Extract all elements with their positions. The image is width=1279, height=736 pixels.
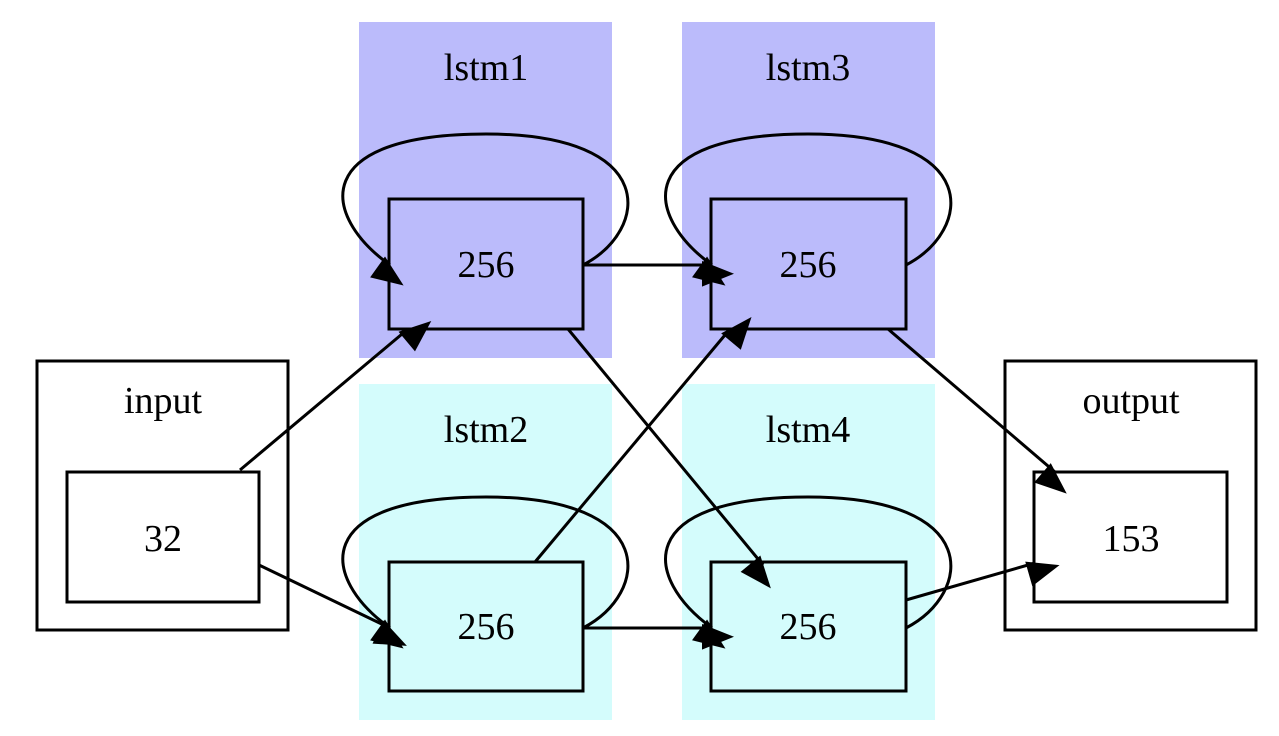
node-lstm2: 256 [387, 560, 585, 693]
node-lstm4: 256 [709, 560, 908, 693]
node-label: 256 [458, 606, 515, 648]
node-label: 256 [780, 244, 837, 286]
node-label: 256 [780, 606, 837, 648]
cluster-label: input [124, 380, 203, 422]
node-label: 256 [458, 244, 515, 286]
node-output: 153 [1032, 470, 1229, 604]
node-lstm3: 256 [709, 197, 908, 331]
cluster-label: lstm3 [766, 47, 850, 89]
node-label: 153 [1103, 518, 1160, 560]
cluster-label: lstm2 [444, 409, 528, 451]
node-input: 32 [65, 470, 261, 604]
cluster-label: lstm4 [766, 409, 850, 451]
node-label: 32 [144, 518, 182, 560]
cluster-label: lstm1 [444, 47, 528, 89]
node-lstm1: 256 [387, 197, 585, 331]
cluster-label: output [1082, 380, 1180, 422]
lstm-network-diagram: lstm1 lstm3 lstm2 lstm4 input output 256… [35, 22, 1258, 720]
